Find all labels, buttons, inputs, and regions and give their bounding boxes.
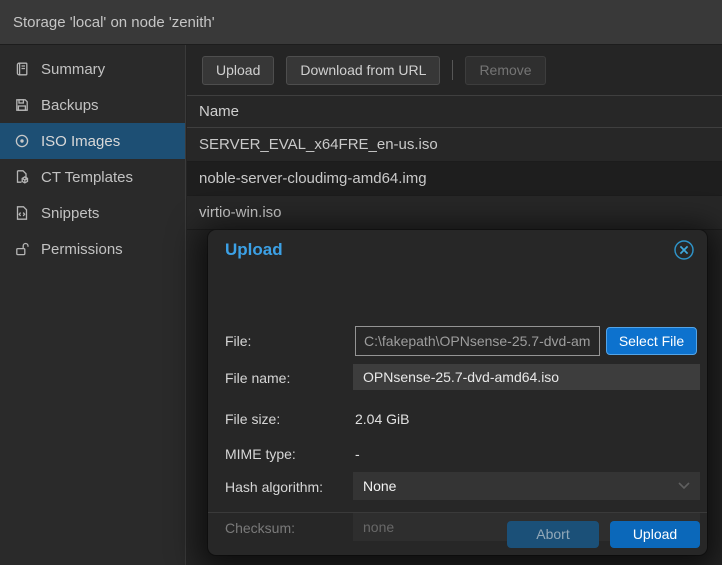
sidebar-item-backups[interactable]: Backups (0, 87, 185, 123)
table-row[interactable]: SERVER_EVAL_x64FRE_en-us.iso (187, 128, 722, 162)
download-from-url-button[interactable]: Download from URL (286, 56, 440, 85)
upload-dialog-footer: Abort Upload (208, 512, 707, 555)
dialog-title: Upload (225, 240, 673, 260)
window-titlebar: Storage 'local' on node 'zenith' (0, 0, 722, 45)
table-header-name[interactable]: Name (187, 95, 722, 128)
iso-file-name: SERVER_EVAL_x64FRE_en-us.iso (199, 136, 438, 153)
remove-button[interactable]: Remove (465, 56, 545, 85)
chevron-down-icon (678, 482, 690, 490)
storage-sidebar: Summary Backups ISO Images (0, 45, 186, 565)
iso-file-name: virtio-win.iso (199, 204, 282, 221)
sidebar-item-iso-images[interactable]: ISO Images (0, 123, 185, 159)
sidebar-item-label: CT Templates (41, 169, 133, 186)
iso-file-name: noble-server-cloudimg-amd64.img (199, 170, 427, 187)
sidebar-item-label: Permissions (41, 241, 123, 258)
sidebar-item-ct-templates[interactable]: CT Templates (0, 159, 185, 195)
floppy-icon (14, 97, 30, 113)
upload-dialog: Upload File: Select File File name: OPNs… (208, 230, 707, 555)
abort-button[interactable]: Abort (507, 521, 599, 548)
file-name-value: OPNsense-25.7-dvd-amd64.iso (363, 369, 559, 385)
sidebar-item-permissions[interactable]: Permissions (0, 231, 185, 267)
toolbar: Upload Download from URL Remove (187, 45, 722, 95)
upload-button[interactable]: Upload (202, 56, 274, 85)
sidebar-item-snippets[interactable]: Snippets (0, 195, 185, 231)
hash-algorithm-select[interactable]: None (353, 472, 700, 500)
select-file-button[interactable]: Select File (606, 327, 697, 355)
table-row[interactable]: virtio-win.iso (187, 196, 722, 230)
file-size-value: 2.04 GiB (355, 411, 409, 427)
template-icon (14, 169, 30, 185)
mime-type-label: MIME type: (225, 446, 296, 462)
code-file-icon (14, 205, 30, 221)
sidebar-item-label: Summary (41, 61, 105, 78)
unlock-icon (14, 241, 30, 257)
sidebar-item-label: ISO Images (41, 133, 120, 150)
book-icon (14, 61, 30, 77)
mime-type-value: - (355, 446, 360, 462)
sidebar-item-label: Snippets (41, 205, 99, 222)
disc-icon (14, 133, 30, 149)
file-label: File: (225, 333, 251, 349)
sidebar-item-summary[interactable]: Summary (0, 51, 185, 87)
toolbar-separator (452, 60, 453, 80)
file-path-input[interactable] (355, 326, 600, 356)
page-title: Storage 'local' on node 'zenith' (13, 14, 215, 31)
column-header-label: Name (199, 103, 239, 120)
file-name-field[interactable]: OPNsense-25.7-dvd-amd64.iso (353, 364, 700, 390)
hash-algorithm-label: Hash algorithm: (225, 479, 323, 495)
file-size-label: File size: (225, 411, 280, 427)
upload-dialog-header[interactable]: Upload (208, 230, 707, 270)
table-row[interactable]: noble-server-cloudimg-amd64.img (187, 162, 722, 196)
sidebar-item-label: Backups (41, 97, 99, 114)
dialog-upload-button[interactable]: Upload (610, 521, 700, 548)
upload-dialog-body: File: Select File File name: OPNsense-25… (208, 270, 707, 515)
close-icon[interactable] (673, 239, 695, 261)
hash-algorithm-value: None (363, 478, 678, 494)
file-name-label: File name: (225, 370, 290, 386)
